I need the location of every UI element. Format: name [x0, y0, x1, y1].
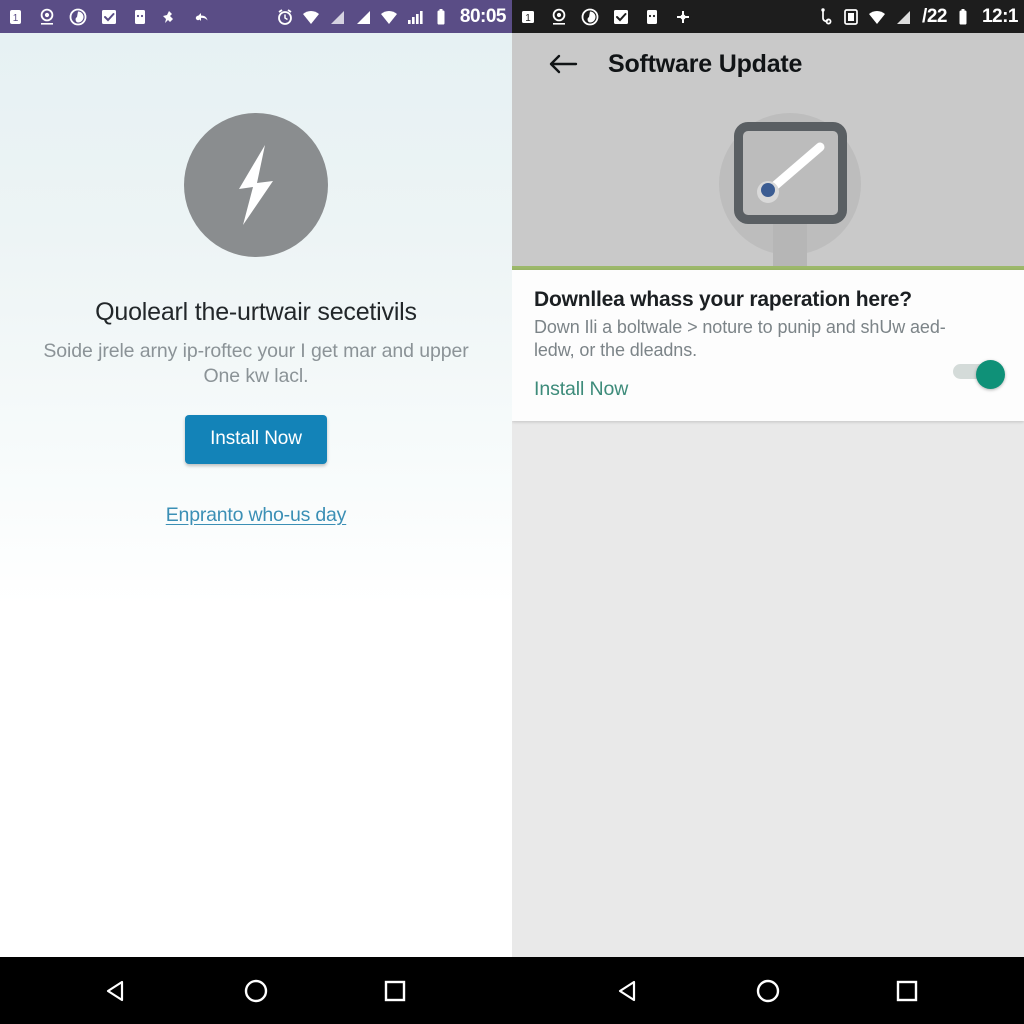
plugin-icon	[161, 7, 181, 27]
share-icon	[673, 7, 693, 27]
right-status-badge: /22	[922, 5, 947, 27]
signal-icon-2	[353, 7, 373, 27]
right-status-bar: 1 /22 12:1	[512, 0, 1024, 33]
left-status-bar-icons: 1	[6, 7, 275, 27]
back-triangle-icon[interactable]	[89, 963, 145, 1019]
left-status-time: 80:05	[459, 5, 507, 27]
home-circle-icon[interactable]	[228, 963, 284, 1019]
battery-icon	[953, 7, 973, 27]
chat-icon	[68, 7, 88, 27]
share-icon	[192, 7, 212, 27]
left-navigation-bar	[0, 957, 512, 1024]
right-status-bar-icons: 1	[518, 7, 815, 27]
alarm-icon	[275, 7, 295, 27]
left-status-bar-indicators: 80:05	[275, 5, 507, 28]
message-icon	[130, 7, 150, 27]
needle-pointer-icon	[734, 122, 847, 224]
arrow-left-icon[interactable]	[546, 47, 580, 81]
svg-text:1: 1	[13, 13, 19, 24]
right-phone-content: Software Update Downllea whass your rape…	[512, 33, 1024, 957]
usb-icon	[815, 7, 835, 27]
wifi-icon	[867, 7, 887, 27]
app-bar-title: Software Update	[608, 49, 803, 78]
checkbox-icon	[611, 7, 631, 27]
toggle-thumb	[976, 360, 1005, 390]
recents-square-icon[interactable]	[367, 963, 423, 1019]
install-now-link[interactable]: Install Now	[534, 378, 1002, 401]
auto-update-toggle[interactable]	[953, 360, 1005, 390]
secondary-link[interactable]: Enpranto who-us day	[166, 504, 347, 527]
signal-icon	[327, 7, 347, 27]
card-title: Downllea whass your raperation here?	[534, 288, 912, 311]
left-phone-content: Quolearl the-urtwair secetivils Soide jr…	[0, 33, 512, 957]
cellular-bars-icon	[405, 7, 425, 27]
chat-icon	[580, 7, 600, 27]
back-triangle-icon[interactable]	[601, 963, 657, 1019]
dual-screenshot-container: 1 80:05 Quolearl the-urtwair secetivils …	[0, 0, 1024, 1024]
checkbox-icon	[99, 7, 119, 27]
update-card: Downllea whass your raperation here? Dow…	[512, 270, 1024, 422]
page-title: Quolearl the-urtwair secetivils	[95, 298, 417, 326]
location-icon	[37, 7, 57, 27]
sim-card-icon	[841, 7, 861, 27]
wifi-icon	[301, 7, 321, 27]
svg-text:1: 1	[525, 13, 531, 24]
recents-square-icon[interactable]	[879, 963, 935, 1019]
wifi-alt-icon	[379, 7, 399, 27]
right-phone-screen: 1 /22 12:1 Software Update Downllea whas…	[512, 0, 1024, 1024]
left-phone-screen: 1 80:05 Quolearl the-urtwair secetivils …	[0, 0, 512, 1024]
right-status-time: 12:1	[981, 5, 1019, 27]
home-circle-icon[interactable]	[740, 963, 796, 1019]
sim-icon: 1	[518, 7, 538, 27]
card-body-text: Down Ili a boltwale > noture to punip an…	[534, 317, 946, 361]
right-status-bar-indicators: /22 12:1	[815, 5, 1019, 28]
message-icon	[642, 7, 662, 27]
signal-icon	[893, 7, 913, 27]
hero-illustration	[512, 95, 1024, 270]
right-navigation-bar	[512, 957, 1024, 1024]
sim-icon: 1	[6, 7, 26, 27]
page-subtitle: Soide jrele arny ip-roftec your I get ma…	[43, 339, 469, 388]
lightning-bolt-icon	[184, 113, 328, 257]
install-now-button[interactable]: Install Now	[185, 414, 327, 464]
location-icon	[549, 7, 569, 27]
battery-icon	[431, 7, 451, 27]
app-bar: Software Update	[512, 33, 1024, 95]
left-status-bar: 1 80:05	[0, 0, 512, 33]
